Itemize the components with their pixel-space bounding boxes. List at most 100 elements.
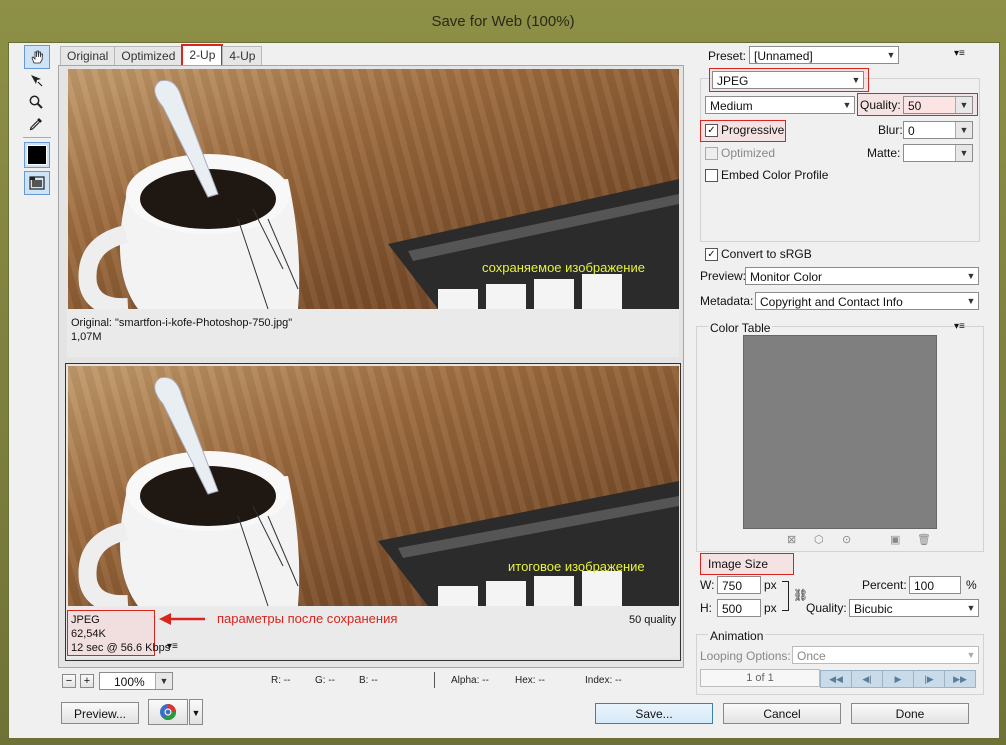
color-table-swatch bbox=[743, 335, 937, 529]
eyedropper-color-swatch[interactable] bbox=[24, 142, 50, 168]
last-frame-icon[interactable]: ▶▶ bbox=[944, 670, 976, 688]
original-image-preview[interactable]: сохраняемое изображение bbox=[68, 69, 679, 309]
zoom-in-button[interactable]: + bbox=[80, 674, 94, 688]
quality-label: Quality: bbox=[860, 98, 901, 112]
frame-counter: 1 of 1 bbox=[700, 669, 820, 687]
chevron-down-icon: ▼ bbox=[886, 50, 896, 60]
status-r: R: -- bbox=[271, 675, 291, 686]
save-button[interactable]: Save... bbox=[595, 703, 713, 724]
format-select[interactable]: JPEG ▼ bbox=[712, 71, 864, 89]
color-table-new-icon[interactable]: ▣ bbox=[890, 533, 900, 546]
top-caption: сохраняемое изображение bbox=[482, 260, 645, 275]
progressive-checkbox[interactable]: ✓ bbox=[705, 124, 718, 137]
chevron-down-icon: ▼ bbox=[955, 145, 972, 161]
resample-quality-select[interactable]: Bicubic ▼ bbox=[849, 599, 979, 617]
optimized-image-preview[interactable]: итоговое изображение bbox=[68, 366, 679, 606]
preview-button[interactable]: Preview... bbox=[61, 702, 139, 724]
toggle-slices-visibility-icon[interactable] bbox=[24, 171, 50, 195]
color-table-trash-icon[interactable]: 🗑 bbox=[917, 533, 931, 546]
looping-options-label: Looping Options: bbox=[700, 649, 791, 663]
zoom-level-select[interactable]: 100% ▼ bbox=[99, 672, 173, 690]
next-frame-icon[interactable]: |▶ bbox=[913, 670, 945, 688]
optimized-checkbox[interactable] bbox=[705, 147, 718, 160]
tab-optimized[interactable]: Optimized bbox=[114, 46, 183, 65]
preset-select[interactable]: [Unnamed] ▼ bbox=[749, 46, 899, 64]
red-arrow-icon bbox=[159, 613, 205, 625]
chevron-down-icon: ▼ bbox=[155, 673, 172, 689]
preview-select[interactable]: Monitor Color ▼ bbox=[745, 267, 979, 285]
metadata-select[interactable]: Copyright and Contact Info ▼ bbox=[755, 292, 979, 310]
original-file-size: 1,07M bbox=[71, 331, 102, 343]
zoom-out-button[interactable]: − bbox=[62, 674, 76, 688]
optimized-file-size: 62,54K bbox=[71, 628, 106, 640]
percent-value: 100 bbox=[914, 579, 935, 593]
convert-srgb-checkbox[interactable]: ✓ bbox=[705, 248, 718, 261]
color-table-lock-icon[interactable]: ⊙ bbox=[842, 533, 851, 546]
percent-input[interactable]: 100 bbox=[909, 576, 961, 594]
color-table-map-icon[interactable]: ⊠ bbox=[787, 533, 796, 546]
blur-value: 0 bbox=[908, 124, 915, 138]
embed-color-profile-checkbox[interactable] bbox=[705, 169, 718, 182]
play-icon[interactable]: ▶ bbox=[882, 670, 914, 688]
color-table-web-snap-icon[interactable]: ⬡ bbox=[814, 533, 824, 546]
percent-unit: % bbox=[966, 578, 977, 592]
browser-preview-button[interactable] bbox=[148, 699, 188, 725]
previous-frame-icon[interactable]: ◀| bbox=[851, 670, 883, 688]
eyedropper-tool-icon[interactable] bbox=[24, 113, 48, 135]
optimized-format: JPEG bbox=[71, 614, 100, 626]
preset-menu-icon[interactable]: ▾≡ bbox=[954, 48, 965, 59]
info-menu-icon[interactable]: ▾≡ bbox=[167, 640, 178, 654]
progressive-label: Progressive bbox=[721, 123, 785, 137]
image-size-title: Image Size bbox=[708, 557, 769, 571]
slice-select-tool-icon[interactable] bbox=[24, 69, 48, 91]
compression-select[interactable]: Medium ▼ bbox=[705, 96, 855, 114]
chain-link-icon[interactable]: ⛓ bbox=[793, 588, 808, 602]
blur-input[interactable]: 0 ▼ bbox=[903, 121, 973, 139]
chevron-down-icon: ▼ bbox=[851, 75, 861, 85]
optimized-label: Optimized bbox=[721, 146, 776, 160]
zoom-tool-icon[interactable] bbox=[24, 91, 48, 113]
chevron-down-icon: ▼ bbox=[966, 271, 976, 281]
resample-quality-value: Bicubic bbox=[854, 602, 893, 616]
color-table-menu-icon[interactable]: ▾≡ bbox=[954, 321, 965, 332]
first-frame-icon[interactable]: ◀◀ bbox=[820, 670, 852, 688]
status-index: Index: -- bbox=[585, 675, 622, 686]
link-bracket bbox=[782, 581, 789, 611]
tab-4up[interactable]: 4-Up bbox=[222, 46, 263, 65]
window-title: Save for Web (100%) bbox=[431, 12, 575, 30]
metadata-label: Metadata: bbox=[700, 294, 754, 308]
tab-original[interactable]: Original bbox=[60, 46, 116, 65]
status-hex: Hex: -- bbox=[515, 675, 545, 686]
browser-dropdown-button[interactable]: ▼ bbox=[189, 699, 203, 725]
hand-tool-icon[interactable] bbox=[24, 45, 50, 69]
blur-label: Blur: bbox=[878, 123, 903, 137]
metadata-value: Copyright and Contact Info bbox=[760, 295, 903, 309]
status-g: G: -- bbox=[315, 675, 335, 686]
settings-panel: Preset: [Unnamed] ▼ ▾≡ JPEG ▼ Medium ▼ Q… bbox=[692, 43, 992, 695]
chevron-down-icon: ▼ bbox=[966, 296, 976, 306]
compression-value: Medium bbox=[710, 99, 753, 113]
toolbox-divider bbox=[23, 137, 51, 138]
looping-options-select[interactable]: Once ▼ bbox=[792, 646, 979, 664]
convert-srgb-label: Convert to sRGB bbox=[721, 247, 812, 261]
width-value: 750 bbox=[722, 579, 743, 593]
preset-value: [Unnamed] bbox=[754, 49, 813, 63]
height-input[interactable]: 500 bbox=[717, 599, 761, 617]
animation-title: Animation bbox=[708, 629, 766, 643]
optimized-info-bar: JPEG 62,54K 12 sec @ 56.6 Kbps ▾≡ 50 qua… bbox=[67, 606, 679, 658]
preview-label: Preview: bbox=[700, 269, 747, 283]
status-divider bbox=[434, 672, 435, 688]
matte-select[interactable]: ▼ bbox=[903, 144, 973, 162]
chevron-down-icon: ▼ bbox=[955, 122, 972, 138]
preset-label: Preset: bbox=[708, 49, 747, 63]
width-input[interactable]: 750 bbox=[717, 576, 761, 594]
cancel-button[interactable]: Cancel bbox=[723, 703, 841, 724]
resample-quality-label: Quality: bbox=[806, 601, 847, 615]
chevron-down-icon: ▼ bbox=[955, 97, 972, 113]
looping-options-value: Once bbox=[797, 649, 826, 663]
percent-label: Percent: bbox=[862, 578, 907, 592]
chevron-down-icon: ▼ bbox=[842, 100, 852, 110]
quality-input[interactable]: 50 ▼ bbox=[903, 96, 973, 114]
width-label: W: bbox=[700, 578, 715, 592]
done-button[interactable]: Done bbox=[851, 703, 969, 724]
